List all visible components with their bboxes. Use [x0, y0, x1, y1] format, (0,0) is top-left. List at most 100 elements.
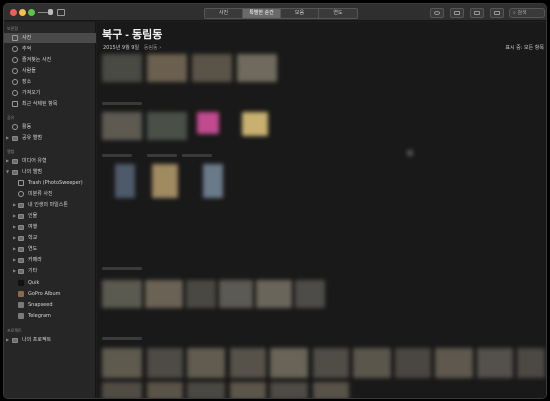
photo-thumbnail[interactable] [313, 348, 349, 378]
folder-icon [12, 136, 18, 141]
photo-thumbnail[interactable] [102, 54, 142, 82]
disclosure-triangle-icon[interactable]: ▶ [13, 266, 16, 276]
sidebar-item-trash-photosweeper[interactable]: Trash (PhotoSweeper) [4, 178, 96, 188]
photo-thumbnail[interactable] [115, 164, 135, 198]
photo-thumbnail[interactable] [219, 280, 253, 308]
sidebar-item-shared-albums[interactable]: ▶ 공유 앨범 [4, 133, 96, 143]
photo-thumbnail[interactable] [187, 382, 225, 398]
photo-thumbnail[interactable] [230, 348, 266, 378]
sidebar-item-imports[interactable]: 가져오기 [4, 88, 96, 98]
sidebar-item-memories[interactable]: 추억 [4, 44, 96, 54]
sidebar-item-favorites[interactable]: 즐겨찾는 사진 [4, 55, 96, 65]
photo-thumbnail[interactable] [203, 164, 223, 198]
search-field[interactable]: ⌕ 검색 [509, 8, 545, 18]
photo-thumbnail[interactable] [242, 112, 268, 136]
zoom-slider-knob[interactable] [48, 9, 53, 15]
photo-thumbnail[interactable] [256, 280, 292, 308]
folder-icon [12, 170, 18, 175]
sidebar-item-media-types[interactable]: ▶ 미디어 유형 [4, 156, 96, 166]
sidebar-item-label: GoPro Album [28, 291, 61, 297]
disclosure-triangle-icon[interactable]: ▶ [13, 211, 16, 221]
photos-window: 사진 특별한 순간 모음 연도 ⌕ 검색 보관함 사진 추억 즐겨찾는 사진 사… [3, 3, 547, 399]
sidebar-item-people-folder[interactable]: ▶ 인물 [4, 211, 96, 221]
sidebar-item-quik[interactable]: Quik [4, 278, 96, 288]
photo-thumbnail[interactable] [313, 382, 349, 398]
sidebar-item-unsorted[interactable]: 미분류 사진 [4, 189, 96, 199]
disclosure-triangle-icon[interactable]: ▶ [13, 255, 16, 265]
zoom-button[interactable] [28, 9, 35, 16]
sidebar-item-activity[interactable]: 활동 [4, 122, 96, 132]
photo-thumbnail[interactable] [237, 54, 277, 82]
info-button[interactable] [430, 8, 444, 18]
photo-thumbnail[interactable] [435, 348, 473, 378]
photo-thumbnail[interactable] [102, 280, 142, 308]
photo-thumbnail[interactable] [145, 280, 183, 308]
photo-thumbnail[interactable] [197, 112, 219, 134]
add-to-button[interactable] [470, 8, 484, 18]
sidebar-item-my-projects[interactable]: ▶ 나의 프로젝트 [4, 335, 96, 345]
sidebar-item-label: 여행 [28, 224, 38, 230]
sidebar-item-my-albums[interactable]: ▼ 나의 앨범 [4, 167, 96, 177]
disclosure-triangle-icon[interactable]: ▶ [13, 233, 16, 243]
sidebar-item-people[interactable]: 사람들 [4, 66, 96, 76]
disclosure-triangle-icon[interactable]: ▶ [13, 244, 16, 254]
photo-thumbnail[interactable] [477, 348, 513, 378]
sidebar-item-telegram[interactable]: Telegram [4, 311, 96, 321]
sidebar-item-recently-deleted[interactable]: 최근 삭제된 항목 [4, 99, 96, 109]
sidebar-item-label: Telegram [28, 313, 51, 319]
photo-thumbnail[interactable] [407, 150, 413, 156]
close-button[interactable] [10, 9, 17, 16]
sidebar: 보관함 사진 추억 즐겨찾는 사진 사람들 장소 가져오기 최근 삭제된 항목 [4, 22, 96, 398]
tab-years[interactable]: 연도 [319, 9, 357, 18]
photo-thumbnail[interactable] [147, 348, 183, 378]
sidebar-item-gopro-album[interactable]: GoPro Album [4, 289, 96, 299]
photo-thumbnail[interactable] [102, 382, 142, 398]
sidebar-item-label: 나의 앨범 [22, 169, 42, 175]
photo-thumbnail[interactable] [270, 382, 308, 398]
showing-dropdown[interactable]: 표시 중: 모든 항목 [505, 44, 544, 51]
photo-thumbnail[interactable] [152, 164, 178, 198]
photo-thumbnail[interactable] [102, 112, 142, 140]
photo-thumbnail[interactable] [102, 348, 142, 378]
moment-subtitle[interactable]: 2015년 9월 9일 동림동 › [103, 44, 161, 51]
photo-thumbnail[interactable] [395, 348, 431, 378]
disclosure-triangle-icon[interactable]: ▶ [13, 200, 16, 210]
sidebar-item-milestones[interactable]: ▶ 내 인생의 마일스톤 [4, 200, 96, 210]
photo-thumbnail[interactable] [147, 112, 187, 140]
minimize-button[interactable] [19, 9, 26, 16]
photo-thumbnail[interactable] [270, 348, 308, 378]
disclosure-triangle-icon[interactable]: ▶ [13, 222, 16, 232]
photo-thumbnail[interactable] [187, 348, 225, 378]
photo-thumbnail[interactable] [230, 382, 266, 398]
disclosure-triangle-icon[interactable]: ▼ [6, 167, 9, 177]
disclosure-triangle-icon[interactable]: ▶ [6, 335, 9, 345]
disclosure-triangle-icon[interactable]: ▶ [6, 156, 9, 166]
photos-icon [12, 35, 18, 41]
photo-thumbnail[interactable] [295, 280, 325, 308]
share-button[interactable] [450, 8, 464, 18]
sidebar-item-other[interactable]: ▶ 기타 [4, 266, 96, 276]
photo-thumbnail[interactable] [186, 280, 216, 308]
moment-header-blurred [102, 337, 142, 340]
tab-collections[interactable]: 모음 [281, 9, 319, 18]
sidebar-item-snapseed[interactable]: Snapseed [4, 300, 96, 310]
sidebar-item-travel[interactable]: ▶ 여행 [4, 222, 96, 232]
moment-header-blurred [102, 154, 132, 157]
sidebar-item-places[interactable]: 장소 [4, 77, 96, 87]
sidebar-item-camera[interactable]: ▶ 카메라 [4, 255, 96, 265]
photo-thumbnail[interactable] [353, 348, 391, 378]
tab-moments[interactable]: 특별한 순간 [243, 9, 281, 18]
sidebar-item-years[interactable]: ▶ 연도 [4, 244, 96, 254]
sidebar-toggle-icon[interactable] [57, 9, 65, 16]
moment-header-blurred [102, 102, 142, 105]
page-title: 북구 - 동림동 [102, 29, 163, 41]
photo-thumbnail[interactable] [147, 54, 187, 82]
disclosure-triangle-icon[interactable]: ▶ [6, 133, 9, 143]
sidebar-item-photos[interactable]: 사진 [4, 33, 96, 43]
photo-thumbnail[interactable] [517, 348, 545, 378]
photo-thumbnail[interactable] [147, 382, 183, 398]
photo-thumbnail[interactable] [192, 54, 232, 82]
rotate-button[interactable] [490, 8, 504, 18]
tab-photos[interactable]: 사진 [205, 9, 243, 18]
sidebar-item-school[interactable]: ▶ 학교 [4, 233, 96, 243]
